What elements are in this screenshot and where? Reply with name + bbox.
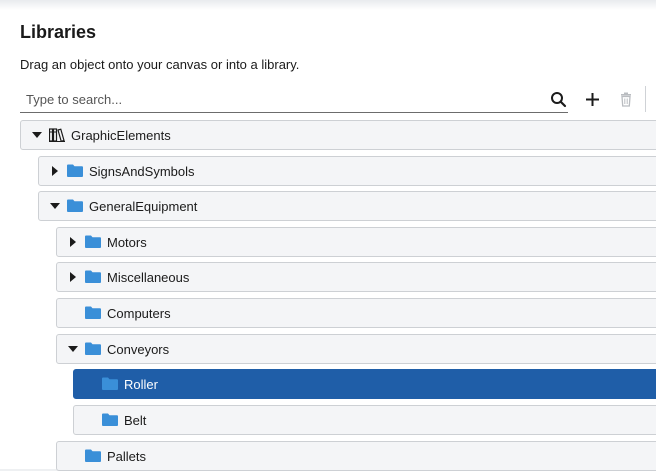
library-icon [48,128,65,143]
tree-item-label: GraphicElements [71,127,171,143]
tree-item-computers[interactable]: Computers [56,298,656,328]
tree-item-roller[interactable]: Roller [73,369,656,399]
panel-title: Libraries [20,22,97,42]
panel-subtitle: Drag an object onto your canvas or into … [20,57,300,72]
tree-item-motors[interactable]: Motors [56,227,656,257]
tree-item-generalequipment[interactable]: GeneralEquipment [38,191,656,221]
caret-down-icon[interactable] [47,198,63,214]
tree-item-label: Conveyors [107,341,170,357]
caret-right-icon[interactable] [65,234,81,250]
folder-icon [85,270,101,284]
caret-down-icon[interactable] [65,341,81,357]
caret-down-icon[interactable] [29,127,45,143]
caret-right-icon[interactable] [65,269,81,285]
tree-item-label: Pallets [107,448,147,464]
folder-icon [102,377,118,391]
tree-item-miscellaneous[interactable]: Miscellaneous [56,262,656,292]
libraries-panel: Libraries Drag an object onto your canva… [0,0,656,471]
search-input[interactable] [20,86,568,113]
tree-item-label: GeneralEquipment [89,198,198,214]
folder-icon [85,235,101,249]
tree-item-conveyors[interactable]: Conveyors [56,334,656,364]
caret-right-icon[interactable] [47,163,63,179]
folder-icon [85,342,101,356]
tree-item-label: Belt [124,412,147,428]
delete-icon[interactable] [620,92,632,107]
search-icon[interactable] [550,91,567,108]
tree-item-belt[interactable]: Belt [73,405,656,435]
add-icon[interactable] [585,92,600,107]
folder-icon [67,164,83,178]
folder-icon [85,449,101,463]
tree-item-signsandsymbols[interactable]: SignsAndSymbols [38,156,656,186]
tree-item-label: Computers [107,305,171,321]
folder-icon [85,306,101,320]
tree-item-graphicelements[interactable]: GraphicElements [20,120,656,150]
tree-item-label: Miscellaneous [107,269,190,285]
tree-item-pallets[interactable]: Pallets [56,441,656,471]
tree-item-label: Motors [107,234,147,250]
folder-icon [102,413,118,427]
tree-item-label: Roller [124,376,158,392]
tree-item-label: SignsAndSymbols [89,163,195,179]
folder-icon [67,199,83,213]
toolbar-divider [645,86,646,112]
